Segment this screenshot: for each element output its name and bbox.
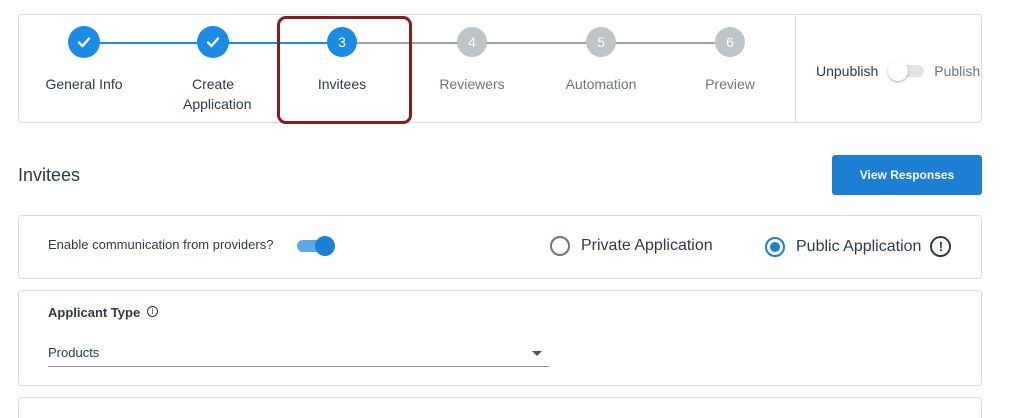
next-settings-card — [18, 397, 982, 418]
applicant-type-card: Applicant Type i Products — [18, 290, 982, 386]
current-step-highlight — [277, 16, 412, 124]
public-application-option[interactable]: Public Application ! — [765, 236, 952, 257]
private-application-label: Private Application — [581, 237, 713, 254]
publish-toggle[interactable] — [888, 61, 925, 81]
step-connector — [84, 42, 213, 44]
step-number: 6 — [715, 27, 745, 57]
unpublish-label: Unpublish — [816, 63, 879, 79]
communication-label: Enable communication from providers? — [48, 237, 274, 252]
applicant-type-value: Products — [48, 345, 100, 360]
step-number: 5 — [586, 27, 616, 57]
toggle-knob — [888, 61, 909, 81]
applicant-type-title: Applicant Type — [48, 305, 141, 320]
communication-toggle[interactable] — [297, 235, 335, 257]
view-responses-button[interactable]: View Responses — [832, 155, 982, 195]
public-application-radio[interactable] — [765, 236, 785, 257]
step-label: Reviewers — [439, 76, 505, 92]
step-label: Preview — [705, 76, 755, 92]
check-icon — [197, 26, 229, 58]
publish-toggle-group: Unpublish Publish — [816, 61, 980, 81]
private-application-radio[interactable] — [550, 236, 570, 256]
step-connector — [601, 42, 731, 44]
step-label: General Info — [45, 76, 123, 92]
private-application-option[interactable]: Private Application — [550, 236, 713, 256]
step-connector — [472, 42, 601, 44]
progress-stepper: General Info Create Application 3 Invite… — [18, 14, 982, 123]
divider — [795, 15, 796, 122]
page-title: Invitees — [18, 165, 81, 185]
applicant-type-select[interactable]: Products — [48, 337, 549, 367]
step-number: 4 — [457, 27, 487, 57]
public-application-label: Public Application — [796, 237, 922, 255]
step-label: Automation — [565, 76, 637, 92]
caret-down-icon — [532, 351, 542, 356]
check-icon — [68, 26, 100, 58]
step-label: Create Application — [183, 76, 252, 112]
publish-label: Publish — [934, 63, 981, 79]
toggle-knob — [315, 236, 335, 256]
communication-settings-card: Enable communication from providers? Pri… — [18, 215, 982, 279]
info-icon[interactable]: i — [147, 306, 158, 317]
alert-circle-icon[interactable]: ! — [930, 236, 952, 257]
